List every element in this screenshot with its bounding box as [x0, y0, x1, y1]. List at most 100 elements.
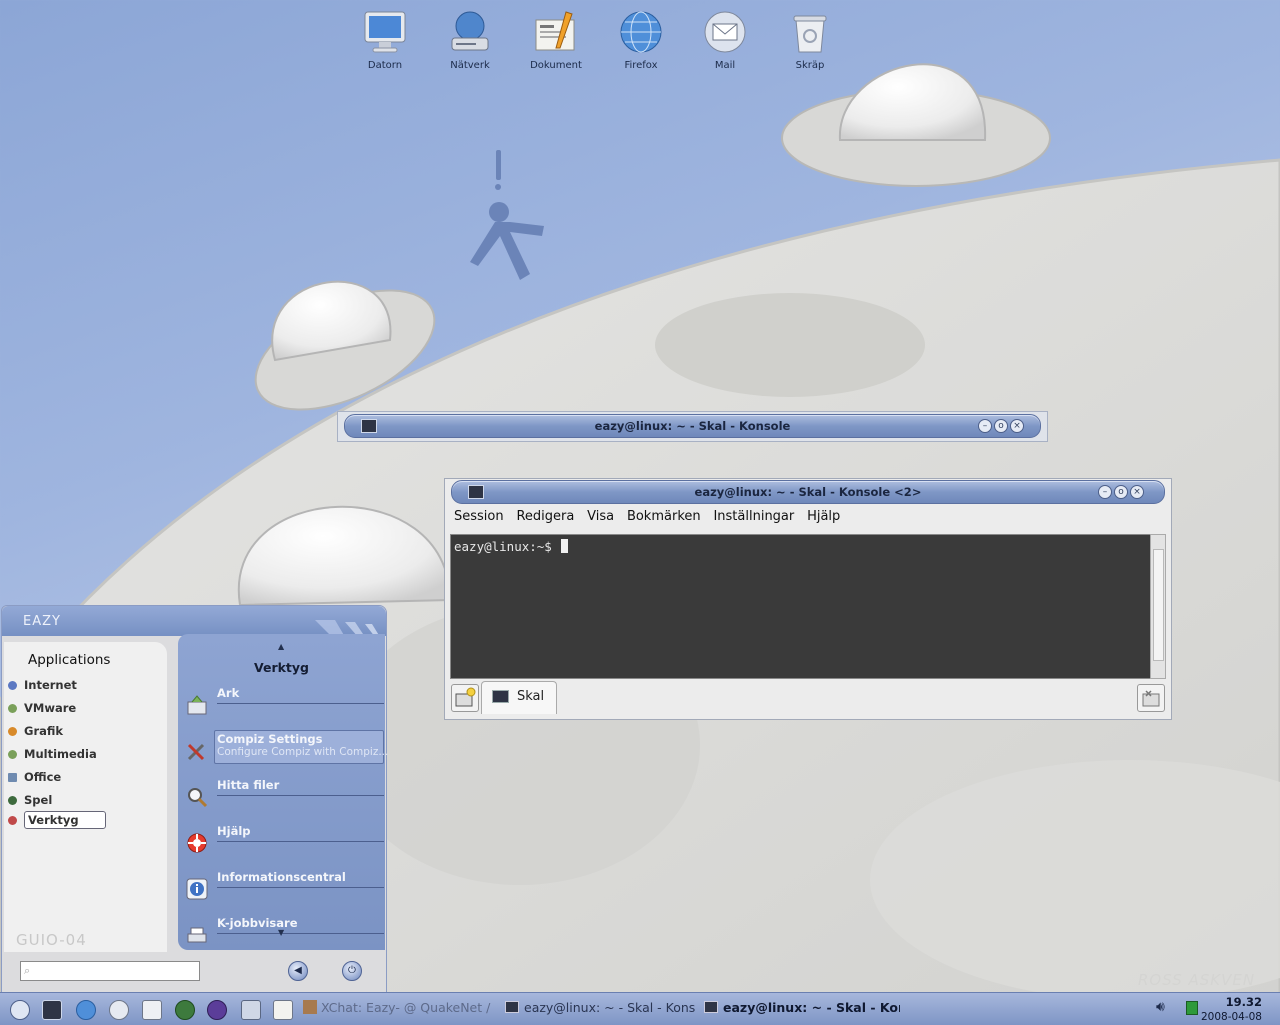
close-session-button[interactable] [1137, 684, 1165, 712]
konsole-window[interactable]: eazy@linux: ~ - Skal - Konsole <2> – o ×… [444, 478, 1172, 720]
network-status-icon[interactable] [1186, 1001, 1198, 1015]
close-icon[interactable]: × [1010, 419, 1024, 433]
close-tab-icon [1142, 690, 1160, 707]
camera-icon[interactable] [142, 1000, 162, 1020]
clock-date: 2008-04-08 [1200, 1011, 1262, 1023]
start-menu-header: EAZY [2, 606, 386, 652]
clock[interactable]: 19.32 2008-04-08 [1201, 995, 1262, 1023]
text-editor-icon[interactable] [273, 1000, 293, 1020]
new-session-button[interactable] [451, 684, 479, 712]
category-internet[interactable]: Internet [8, 678, 77, 696]
mail-icon [704, 11, 746, 53]
trash-icon [793, 15, 827, 53]
app-item-hjalp[interactable]: Hjälp [184, 824, 384, 860]
category-verktyg[interactable]: Verktyg [8, 811, 106, 831]
category-label: Spel [24, 793, 53, 807]
menu-watermark: GUIO-04 [16, 931, 87, 949]
window-titlebar[interactable]: eazy@linux: ~ - Skal - Konsole – o × [344, 414, 1041, 438]
desktop-icon-mail[interactable]: Mail [685, 8, 765, 71]
desktop-monitor-icon[interactable] [241, 1000, 261, 1020]
menu-installningar[interactable]: Inställningar [713, 509, 794, 524]
power-button[interactable]: ⏻ [342, 961, 362, 981]
window-titlebar[interactable]: eazy@linux: ~ - Skal - Konsole <2> – o × [451, 480, 1165, 504]
app-item-compiz-settings[interactable]: Compiz Settings Configure Compiz with Co… [184, 730, 388, 768]
desktop-icon-dokument[interactable]: Dokument [516, 8, 596, 71]
desktop-icon-label: Firefox [624, 60, 658, 71]
search-icon: ⌕ [24, 964, 31, 977]
desktop-icon-datorn[interactable]: Datorn [345, 8, 425, 71]
volume-icon[interactable]: 🔊︎ [1156, 999, 1174, 1017]
task-label: XChat: Eazy- @ QuakeNet / [321, 1000, 491, 1015]
search-icon [188, 788, 208, 808]
tools-icon [8, 816, 17, 825]
multimedia-icon [8, 750, 17, 759]
text-cursor [561, 539, 569, 553]
gear-icon[interactable] [10, 1000, 30, 1020]
app-name: Informationscentral [217, 870, 346, 884]
game-icon[interactable] [207, 1000, 227, 1020]
vmware-icon[interactable] [175, 1000, 195, 1020]
shell-prompt: eazy@linux:~$ [454, 539, 552, 554]
category-label: Verktyg [24, 811, 106, 829]
desktop-icon-firefox[interactable]: Firefox [601, 8, 681, 71]
task-konsole-1[interactable]: eazy@linux: ~ - Skal - Kons [505, 1000, 697, 1018]
games-icon [8, 796, 17, 805]
vertical-scrollbar[interactable] [1150, 534, 1166, 679]
app-item-informationscentral[interactable]: Informationscentral [184, 870, 384, 906]
printer-icon [187, 927, 207, 943]
taskbar: XChat: Eazy- @ QuakeNet / eazy@linux: ~ … [0, 971, 1280, 1025]
app-name: K-jobbvisare [217, 916, 298, 930]
close-icon[interactable]: × [1130, 485, 1144, 499]
documents-icon [535, 11, 575, 51]
minimize-icon[interactable]: – [978, 419, 992, 433]
terminal-icon [492, 690, 509, 703]
start-menu: EAZY Applications Internet VMware Grafik… [1, 605, 388, 994]
window-title: eazy@linux: ~ - Skal - Konsole [594, 419, 791, 433]
session-tab-bar: Skal [445, 681, 1171, 715]
category-grafik[interactable]: Grafik [8, 724, 63, 742]
category-multimedia[interactable]: Multimedia [8, 747, 97, 765]
item-divider [217, 887, 384, 888]
scrollbar-thumb[interactable] [1153, 549, 1164, 661]
category-vmware[interactable]: VMware [8, 701, 76, 719]
app-name: Ark [217, 686, 240, 700]
menu-redigera[interactable]: Redigera [516, 509, 574, 524]
app-item-hitta-filer[interactable]: Hitta filer [184, 778, 384, 814]
category-spel[interactable]: Spel [8, 793, 52, 811]
desktop-icon-label: Datorn [367, 60, 403, 71]
terminal-icon [704, 1001, 718, 1013]
minimize-icon[interactable]: – [1098, 485, 1112, 499]
app-item-ark[interactable]: Ark [184, 686, 384, 722]
tab-skal[interactable]: Skal [481, 681, 557, 714]
scroll-down-icon[interactable]: ▼ [278, 928, 284, 937]
desktop-icon-skrap[interactable]: Skräp [770, 8, 850, 71]
menu-hjalp[interactable]: Hjälp [807, 509, 840, 524]
desktop-icon-natverk[interactable]: Nätverk [430, 8, 510, 71]
task-konsole-2[interactable]: eazy@linux: ~ - Skal - Kor [704, 1000, 900, 1018]
maximize-icon[interactable]: o [994, 419, 1008, 433]
maximize-icon[interactable]: o [1114, 485, 1128, 499]
task-xchat[interactable]: XChat: Eazy- @ QuakeNet / [303, 1000, 499, 1018]
category-label: VMware [24, 701, 77, 715]
office-icon [8, 773, 17, 782]
back-button[interactable]: ◀ [288, 961, 308, 981]
archive-icon [187, 695, 207, 715]
start-menu-brand: EAZY [23, 614, 61, 629]
firefox-globe-icon[interactable] [76, 1000, 96, 1020]
item-divider [217, 703, 384, 704]
xchat-icon [303, 1000, 317, 1014]
terminal-icon[interactable] [42, 1000, 62, 1020]
app-description: Configure Compiz with Compiz... [217, 746, 389, 758]
terminal-output[interactable]: eazy@linux:~$ [450, 534, 1152, 679]
menu-bar: Session Redigera Visa Bokmärken Inställn… [445, 506, 1171, 528]
menu-session[interactable]: Session [454, 509, 504, 524]
desktop-icon-label: Nätverk [450, 60, 490, 71]
category-office[interactable]: Office [8, 770, 61, 788]
lifebuoy-help-icon [187, 833, 207, 853]
menu-bokmarken[interactable]: Bokmärken [627, 509, 701, 524]
mail-icon[interactable] [109, 1000, 129, 1020]
menu-visa[interactable]: Visa [587, 509, 614, 524]
scroll-up-icon[interactable]: ▲ [278, 642, 284, 651]
search-input[interactable]: ⌕ [20, 961, 200, 981]
konsole-window-shaded[interactable]: eazy@linux: ~ - Skal - Konsole – o × [337, 411, 1048, 442]
